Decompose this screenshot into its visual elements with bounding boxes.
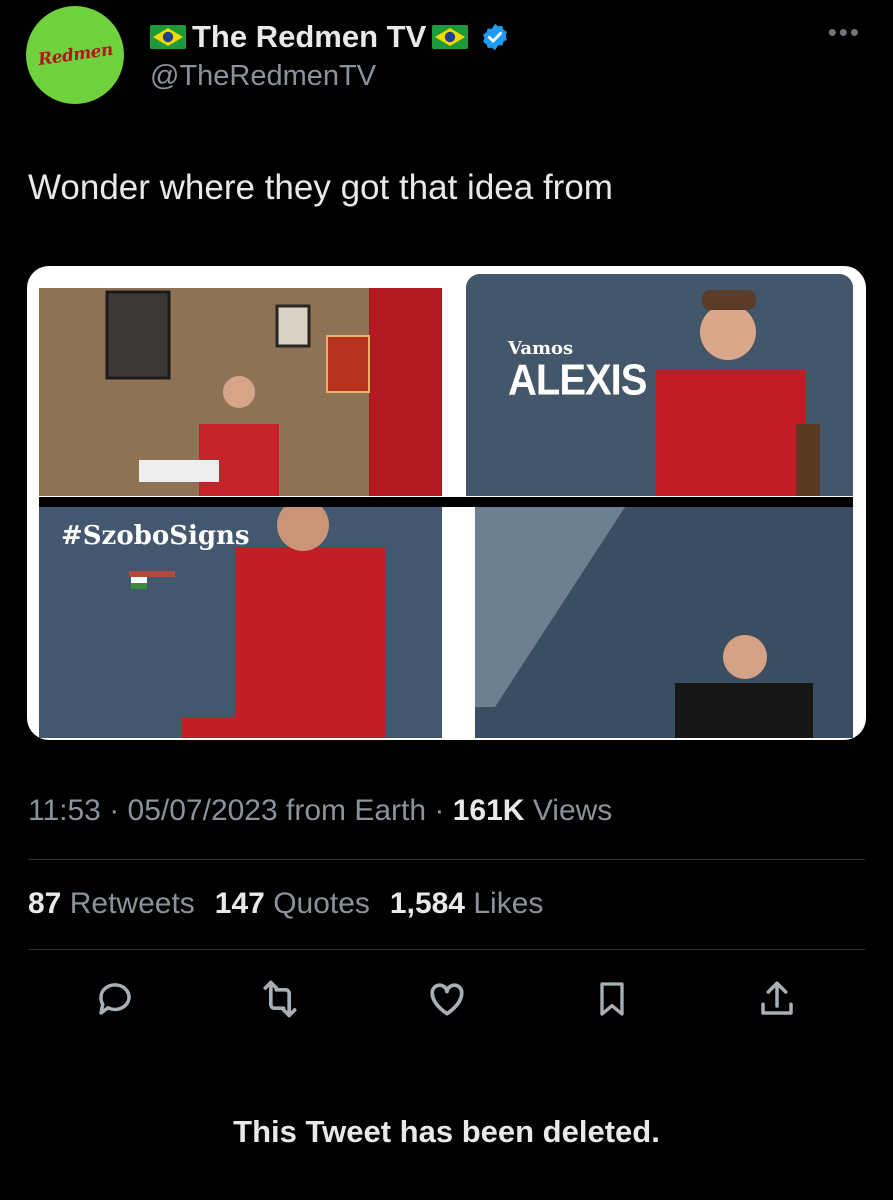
reply-icon[interactable] bbox=[90, 974, 140, 1024]
divider bbox=[28, 949, 865, 950]
tweet-meta: 11:53 · 05/07/2023 from Earth · 161K Vie… bbox=[28, 794, 613, 827]
views-label: Views bbox=[532, 794, 613, 827]
avatar[interactable]: Redmen bbox=[26, 6, 124, 104]
author-handle[interactable]: @TheRedmenTV bbox=[150, 60, 376, 93]
deleted-tweet-notice: This Tweet has been deleted. bbox=[233, 1114, 660, 1149]
alexis-caption: ALEXIS bbox=[508, 355, 647, 405]
more-options-icon[interactable]: ••• bbox=[828, 19, 861, 45]
likes-label: Likes bbox=[473, 887, 544, 920]
retweets-count: 87 bbox=[28, 887, 62, 920]
bookmark-icon[interactable] bbox=[587, 974, 637, 1024]
quotes-count: 147 bbox=[214, 887, 265, 920]
tweet-source: from Earth bbox=[286, 794, 427, 827]
media-image-2[interactable]: Vamos ALEXIS bbox=[466, 274, 853, 496]
brazil-flag-icon bbox=[150, 25, 186, 49]
quotes-stat[interactable]: 147 Quotes bbox=[215, 887, 370, 921]
author-name-row[interactable]: The Redmen TV bbox=[150, 18, 510, 56]
retweet-icon[interactable] bbox=[255, 974, 305, 1024]
retweets-label: Retweets bbox=[69, 887, 195, 920]
likes-stat[interactable]: 1,584 Likes bbox=[390, 887, 543, 921]
share-icon[interactable] bbox=[752, 974, 802, 1024]
likes-count: 1,584 bbox=[389, 887, 465, 920]
tweet-date: 05/07/2023 bbox=[127, 794, 278, 827]
szobo-signs-caption: #SzoboSigns bbox=[61, 521, 250, 551]
views-count[interactable]: 161K bbox=[453, 794, 525, 827]
retweets-stat[interactable]: 87 Retweets bbox=[28, 887, 195, 921]
verified-badge-icon bbox=[483, 23, 508, 51]
media-image-4[interactable] bbox=[475, 507, 853, 738]
like-icon[interactable] bbox=[422, 974, 472, 1024]
action-bar bbox=[0, 974, 893, 1030]
quotes-label: Quotes bbox=[273, 887, 370, 920]
brazil-flag-icon bbox=[432, 25, 469, 49]
divider bbox=[28, 859, 865, 860]
display-name[interactable]: The Redmen TV bbox=[192, 19, 426, 55]
media-grid[interactable]: Vamos ALEXIS #SzoboSigns bbox=[27, 266, 866, 740]
media-image-3[interactable]: #SzoboSigns bbox=[39, 507, 442, 738]
engagement-stats: 87 Retweets 147 Quotes 1,584 Likes bbox=[28, 887, 543, 921]
tweet-time: 11:53 bbox=[28, 794, 101, 827]
media-divider-horizontal bbox=[39, 497, 853, 507]
tweet-text: Wonder where they got that idea from bbox=[28, 168, 613, 207]
avatar-logo-text: Redmen bbox=[36, 39, 114, 71]
media-image-1[interactable] bbox=[39, 288, 442, 496]
